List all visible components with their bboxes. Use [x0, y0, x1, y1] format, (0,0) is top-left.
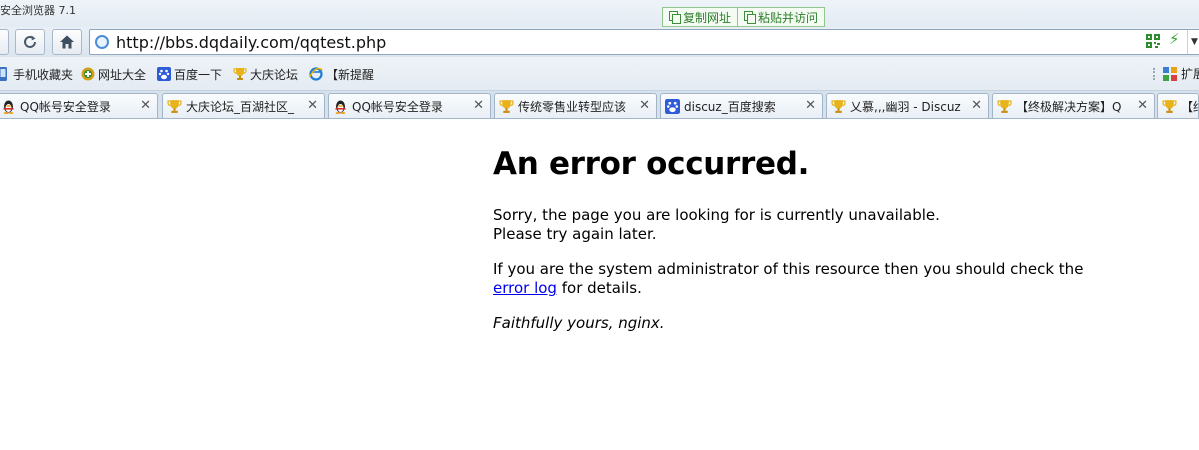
copy-icon	[669, 11, 681, 24]
close-icon[interactable]: ✕	[473, 99, 484, 113]
qq-penguin-icon	[3, 100, 14, 114]
paste-icon	[744, 11, 757, 24]
chevron-down-icon[interactable]: ▼	[1187, 30, 1199, 54]
fav-label: 大庆论坛	[250, 67, 299, 82]
ie-icon	[309, 67, 323, 81]
admin-text-tail: for details.	[561, 279, 642, 297]
error-log-link[interactable]: error log	[493, 279, 557, 297]
extensions-button[interactable]: 扩展	[1163, 65, 1199, 82]
tab-discuz-baidu-search[interactable]: discuz_百度搜索 ✕	[660, 93, 823, 118]
tab-label: 乂慕,,,幽羽 - Discuz	[850, 100, 961, 114]
refresh-icon	[24, 35, 36, 48]
favorites-bar: 手机收藏夹 网址大全 百度一下 大庆论坛 【新提醒 扩	[0, 57, 1199, 91]
tab-label: discuz_百度搜索	[684, 100, 776, 114]
tab-label: QQ帐号安全登录	[352, 100, 443, 114]
tab-label: 【终极解决方案】Q	[1016, 100, 1122, 114]
fav-daqing-forum[interactable]: 大庆论坛	[233, 65, 298, 83]
tab-retail-transformation[interactable]: 传统零售业转型应该 ✕	[494, 93, 657, 118]
page-title: An error occurred.	[493, 146, 810, 182]
fav-label: 手机收藏夹	[13, 67, 74, 82]
extensions-grid-icon	[1163, 66, 1177, 81]
tab-partial[interactable]: 【终	[1157, 93, 1199, 118]
fav-mobile-favorites[interactable]: 手机收藏夹	[0, 65, 73, 83]
tab-label: QQ帐号安全登录	[20, 100, 111, 114]
fav-label: 网址大全	[98, 67, 147, 82]
paste-and-go-button[interactable]: 粘贴并访问	[737, 8, 824, 26]
clipboard-toolbar: 复制网址 粘贴并访问	[662, 7, 826, 27]
close-icon[interactable]: ✕	[307, 99, 318, 113]
close-icon[interactable]: ✕	[140, 99, 151, 113]
speed-mode-icon[interactable]: ⚡	[1169, 32, 1180, 47]
error-message: An error occurred. Sorry, the page you a…	[493, 146, 1113, 349]
fav-new-reminder[interactable]: 【新提醒	[309, 65, 374, 83]
tab-daqing-forum[interactable]: 大庆论坛_百湖社区_ ✕	[162, 93, 325, 118]
title-bar: 安全浏览器 7.1 复制网址 粘贴并访问	[0, 0, 1199, 27]
trophy-icon	[233, 68, 247, 80]
baidu-paw-icon	[665, 99, 680, 114]
site-directory-icon	[81, 67, 95, 81]
app-title: 安全浏览器 7.1	[0, 4, 76, 17]
close-icon[interactable]: ✕	[639, 99, 650, 113]
back-button[interactable]	[0, 29, 9, 55]
trophy-icon	[499, 100, 514, 113]
navigation-bar: ⚡ ▼	[0, 27, 1199, 57]
tab-label: 大庆论坛_百湖社区_	[186, 100, 295, 114]
baidu-paw-icon	[157, 67, 171, 81]
phone-icon	[0, 67, 7, 81]
trophy-icon	[1162, 100, 1177, 113]
fav-label: 【新提醒	[326, 67, 375, 82]
tab-qq-login-2[interactable]: QQ帐号安全登录 ✕	[328, 93, 491, 118]
page-content: An error occurred. Sorry, the page you a…	[0, 120, 1199, 450]
qr-code-icon[interactable]	[1146, 34, 1160, 48]
tab-discuz-forum[interactable]: 乂慕,,,幽羽 - Discuz ✕	[826, 93, 989, 118]
fav-label: 百度一下	[174, 67, 223, 82]
fav-site-directory[interactable]: 网址大全	[81, 65, 146, 83]
close-icon[interactable]: ✕	[971, 99, 982, 113]
tab-label: 【终	[1181, 100, 1198, 114]
trophy-icon	[167, 100, 182, 113]
unavailable-text: Sorry, the page you are looking for is c…	[493, 206, 940, 224]
tab-label: 传统零售业转型应该	[518, 100, 627, 114]
extensions-label: 扩展	[1181, 67, 1199, 81]
admin-paragraph: If you are the system administrator of t…	[493, 260, 1113, 298]
tab-ultimate-solution[interactable]: 【终极解决方案】Q ✕	[992, 93, 1155, 118]
qq-penguin-icon	[335, 100, 346, 114]
url-input[interactable]	[116, 32, 1116, 52]
trophy-icon	[831, 100, 846, 113]
copy-url-button[interactable]: 复制网址	[663, 8, 737, 26]
trophy-icon	[997, 100, 1012, 113]
address-bar[interactable]: ⚡ ▼	[89, 29, 1199, 55]
home-icon	[60, 35, 74, 49]
admin-text: If you are the system administrator of t…	[493, 260, 1084, 278]
unavailable-paragraph: Sorry, the page you are looking for is c…	[493, 206, 1113, 244]
tab-qq-login-1[interactable]: QQ帐号安全登录 ✕	[0, 93, 158, 118]
favorites-separator	[1153, 68, 1155, 80]
copy-url-label: 复制网址	[683, 10, 732, 25]
tab-bar: QQ帐号安全登录 ✕ 大庆论坛_百湖社区_ ✕ QQ帐号安全登录 ✕ 传统零售业…	[0, 91, 1199, 119]
retry-text: Please try again later.	[493, 225, 657, 243]
close-icon[interactable]: ✕	[805, 99, 816, 113]
refresh-button[interactable]	[15, 29, 45, 55]
close-icon[interactable]: ✕	[1137, 99, 1148, 113]
paste-and-go-label: 粘贴并访问	[758, 10, 819, 25]
signature: Faithfully yours, nginx.	[493, 314, 665, 332]
site-identity-icon	[95, 35, 109, 49]
home-button[interactable]	[52, 29, 82, 55]
fav-baidu[interactable]: 百度一下	[157, 65, 222, 83]
